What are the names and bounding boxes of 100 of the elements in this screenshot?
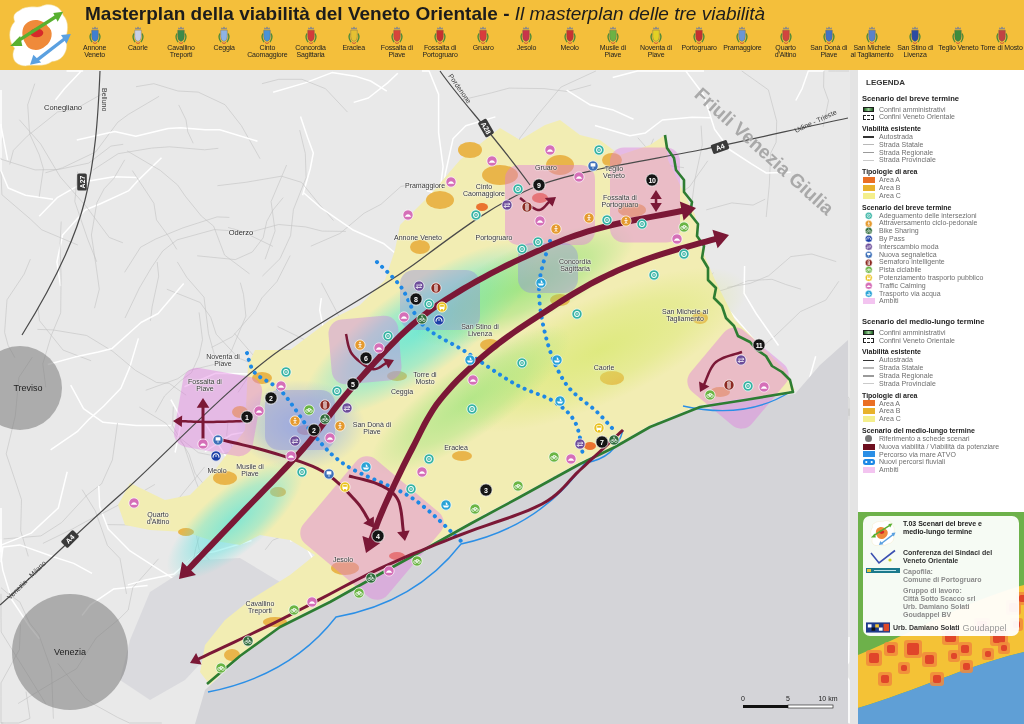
coat-of-arms-icon: [303, 26, 318, 45]
urban-area: [224, 649, 240, 661]
speed-bump-icon: [398, 311, 410, 323]
legend-title: LEGENDA: [866, 78, 907, 88]
boundary-swatch-icon: [863, 330, 874, 336]
coat-of-arms-icon: [389, 26, 404, 45]
coat-of-arms-icon: [908, 26, 923, 45]
bus-icon: [864, 274, 873, 282]
traffic-light-icon: [319, 399, 331, 411]
coat-of-arms-icon: [994, 26, 1009, 45]
pedestrian-icon: [620, 215, 632, 227]
pedestrian-icon: [550, 223, 562, 235]
speed-bump-icon: [416, 466, 428, 478]
pedestrian-icon: [334, 420, 346, 432]
bicycle-icon: [288, 604, 300, 616]
urban-area: [458, 142, 482, 158]
boat-icon: [864, 289, 873, 298]
bicycle-icon: [704, 389, 716, 401]
roundabout-icon: [280, 366, 292, 378]
pedestrian-icon: [864, 219, 873, 228]
roundabout-icon: [331, 385, 343, 397]
traffic-light-icon: [521, 201, 533, 213]
speed-bump-icon: [275, 380, 287, 392]
coat-of-arms-icon: [951, 26, 966, 45]
coat-of-arms-icon: [476, 26, 491, 45]
footer-logo-text: Goudappel: [962, 622, 1007, 633]
pedestrian-icon: [354, 339, 366, 351]
roundabout-icon: [571, 308, 583, 320]
bike-sharing-icon: [608, 434, 620, 446]
speed-bump-icon: [197, 438, 209, 450]
roundabout-icon: [423, 298, 435, 310]
coat-of-arms-icon: [778, 26, 793, 45]
boat-icon: [440, 499, 452, 511]
checkered-logo-icon: [866, 622, 890, 633]
coat-of-arms-icon: [562, 26, 577, 45]
urban-area: [482, 165, 518, 185]
bus-icon: [339, 481, 351, 493]
coat-of-arms-icon: [346, 26, 361, 45]
coat-of-arms-icon: [519, 26, 534, 45]
urban-area: [252, 372, 272, 384]
urban-area: [476, 203, 488, 211]
logo-icon: [8, 3, 72, 67]
speed-bump-icon: [383, 565, 395, 577]
bypass-icon: [433, 314, 445, 326]
bicycle-icon: [469, 503, 481, 515]
bicycle-icon: [864, 266, 873, 274]
roundabout-icon: [593, 144, 605, 156]
urban-area: [452, 451, 472, 461]
coat-of-arms-icon: [735, 26, 750, 45]
coat-of-arms-icon: [864, 26, 879, 45]
traffic-light-icon: [723, 379, 735, 391]
traffic-light-icon: [864, 258, 873, 267]
coat-of-arms-icon: [87, 26, 102, 45]
roundabout-icon: [532, 236, 544, 248]
interchange-icon: [574, 438, 586, 450]
boat-icon: [554, 395, 566, 407]
roundabout-icon: [648, 269, 660, 281]
interchange-icon: [501, 199, 513, 211]
speed-bump-icon: [467, 374, 479, 386]
urban-area: [602, 153, 622, 167]
speed-bump-icon: [573, 171, 585, 183]
roundabout-icon: [678, 248, 690, 260]
roundabout-icon: [516, 243, 528, 255]
urban-area: [331, 561, 359, 575]
dashed-border-icon: [863, 337, 874, 343]
coat-of-arms-icon: [130, 26, 145, 45]
banner-logo-icon: [866, 568, 900, 573]
bike-sharing-icon: [242, 635, 254, 647]
urban-area: [426, 191, 454, 209]
pedestrian-icon: [289, 415, 301, 427]
boat-icon: [464, 354, 476, 366]
speed-bump-icon: [306, 596, 318, 608]
boat-icon: [551, 354, 563, 366]
coat-of-arms-icon: [605, 26, 620, 45]
bicycle-icon: [303, 404, 315, 416]
speed-bump-icon: [671, 233, 683, 245]
bike-sharing-icon: [416, 313, 428, 325]
bicycle-icon: [548, 451, 560, 463]
sign-icon: [323, 468, 335, 480]
dashed-border-icon: [863, 114, 874, 120]
speed-bump-icon: [486, 155, 498, 167]
urban-area: [584, 442, 596, 450]
bike-sharing-icon: [864, 227, 873, 235]
speed-bump-icon: [534, 215, 546, 227]
coat-of-arms-icon: [433, 26, 448, 45]
roundabout-icon: [864, 211, 873, 220]
speed-bump-icon: [285, 450, 297, 462]
bicycle-icon: [353, 587, 365, 599]
bus-icon: [593, 422, 605, 434]
bicycle-icon: [678, 221, 690, 233]
v-logo-icon: [869, 549, 897, 565]
roundabout-icon: [466, 403, 478, 415]
city-label: Venezia: [54, 647, 86, 657]
sign-icon: [864, 250, 873, 259]
bypass-icon: [210, 450, 222, 462]
speed-bump-icon: [565, 453, 577, 465]
bike-sharing-icon: [319, 413, 331, 425]
boat-icon: [360, 461, 372, 473]
coat-of-arms-icon: [649, 26, 664, 45]
speed-bump-icon: [864, 282, 873, 290]
